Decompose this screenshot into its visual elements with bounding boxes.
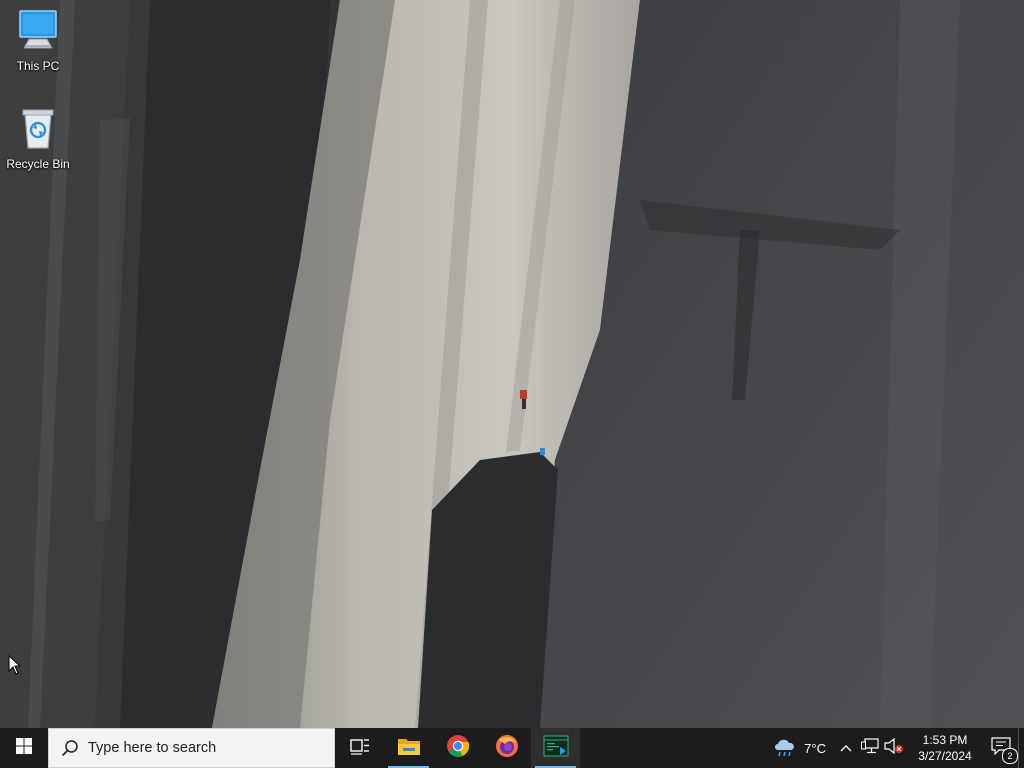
network-button[interactable] xyxy=(858,728,882,768)
desktop-icon-label: Recycle Bin xyxy=(6,157,70,171)
volume-muted-icon xyxy=(884,737,904,759)
terminal-icon xyxy=(543,735,569,762)
clock-time: 1:53 PM xyxy=(922,733,968,747)
desktop-icon-this-pc[interactable]: This PC xyxy=(0,8,76,73)
weather-temperature: 7°C xyxy=(804,740,826,756)
chrome-button[interactable] xyxy=(433,728,482,768)
recycle-bin-icon xyxy=(0,106,76,155)
desktop-icon-recycle-bin[interactable]: Recycle Bin xyxy=(0,106,76,171)
cloud-rain-icon xyxy=(772,736,798,761)
task-view-icon xyxy=(349,737,370,760)
desktop-icon-label: This PC xyxy=(16,59,60,73)
chevron-up-icon xyxy=(840,739,852,757)
task-view-button[interactable] xyxy=(335,728,384,768)
action-center-button[interactable]: 2 xyxy=(984,728,1018,768)
taskbar-clock[interactable]: 1:53 PM 3/27/2024 xyxy=(906,732,984,764)
desktop-wallpaper xyxy=(0,0,1024,728)
this-pc-icon xyxy=(0,8,76,57)
taskbar-search-box[interactable]: Type here to search xyxy=(48,728,335,768)
search-placeholder: Type here to search xyxy=(88,740,217,756)
file-explorer-button[interactable] xyxy=(384,728,433,768)
terminal-button[interactable] xyxy=(531,728,580,768)
search-icon xyxy=(61,739,79,757)
file-explorer-icon xyxy=(397,736,421,761)
show-hidden-icons-button[interactable] xyxy=(834,728,858,768)
firefox-button[interactable] xyxy=(482,728,531,768)
chrome-icon xyxy=(446,734,470,763)
weather-widget[interactable]: 7°C xyxy=(764,728,834,768)
show-desktop-button[interactable] xyxy=(1018,728,1024,768)
clock-date: 3/27/2024 xyxy=(918,749,972,763)
firefox-icon xyxy=(495,734,519,763)
windows-logo-icon xyxy=(16,737,32,759)
start-button[interactable] xyxy=(0,728,48,768)
taskbar: Type here to search 7°C 1:53 PM 3/27/202… xyxy=(0,728,1024,768)
system-tray: 7°C 1:53 PM 3/27/2024 2 xyxy=(764,728,1024,768)
notification-count-badge: 2 xyxy=(1002,748,1018,764)
network-icon xyxy=(861,737,879,759)
mouse-cursor-icon xyxy=(8,654,22,680)
volume-button[interactable] xyxy=(882,728,906,768)
